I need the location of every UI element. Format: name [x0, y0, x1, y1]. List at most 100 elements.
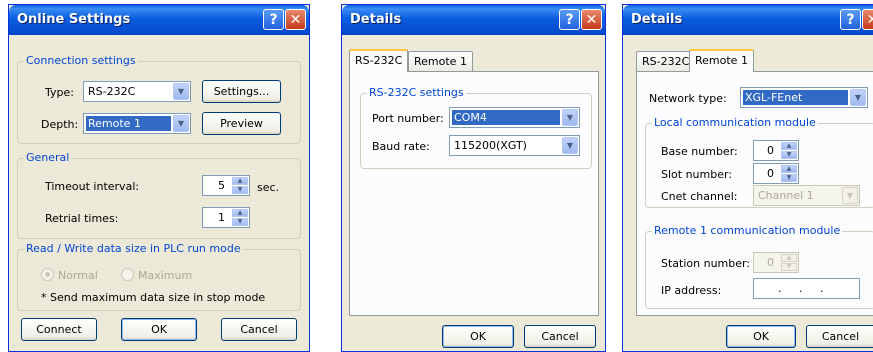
- group-legend: Remote 1 communication module: [652, 224, 843, 237]
- timeout-stepper[interactable]: 5 ▲ ▼: [202, 175, 250, 196]
- type-label: Type:: [45, 86, 74, 99]
- depth-label: Depth:: [41, 118, 79, 131]
- tab-rs232c[interactable]: RS-232C: [349, 49, 409, 72]
- up-icon[interactable]: ▲: [781, 165, 797, 173]
- tab-remote-1[interactable]: Remote 1: [408, 51, 473, 71]
- spin-arrows[interactable]: ▲ ▼: [781, 165, 797, 182]
- spin-arrows[interactable]: ▲ ▼: [232, 209, 248, 226]
- help-icon[interactable]: ?: [559, 9, 580, 30]
- tab-remote-1[interactable]: Remote 1: [689, 49, 754, 72]
- timeout-label: Timeout interval:: [45, 180, 140, 193]
- help-icon[interactable]: ?: [840, 9, 861, 30]
- base-number-label: Base number:: [661, 145, 738, 158]
- title-bar[interactable]: Details ? ✕: [342, 5, 605, 35]
- ok-button[interactable]: OK: [442, 325, 514, 348]
- down-icon[interactable]: ▼: [781, 263, 797, 271]
- chevron-down-icon[interactable]: ▼: [850, 89, 866, 106]
- close-icon[interactable]: ✕: [862, 9, 873, 30]
- title-bar[interactable]: Online Settings ? ✕: [9, 5, 309, 35]
- retrial-value: 1: [218, 211, 225, 224]
- port-label: Port number:: [372, 112, 444, 125]
- retrial-label: Retrial times:: [45, 212, 119, 225]
- chevron-down-icon[interactable]: ▼: [173, 83, 189, 100]
- timeout-value: 5: [218, 179, 225, 192]
- baud-value: 115200(XGT): [454, 139, 527, 152]
- chevron-down-icon[interactable]: ▼: [562, 137, 578, 154]
- station-number-label: Station number:: [661, 257, 751, 270]
- group-legend: Local communication module: [652, 116, 818, 129]
- network-type-select[interactable]: XGL-FEnet ▼: [740, 87, 868, 108]
- down-icon[interactable]: ▼: [232, 186, 248, 194]
- tab-rs232c[interactable]: RS-232C: [636, 51, 696, 71]
- radio-label: Normal: [58, 269, 98, 282]
- cancel-button[interactable]: Cancel: [221, 318, 297, 341]
- ok-button[interactable]: OK: [121, 318, 197, 341]
- help-icon[interactable]: ?: [263, 9, 284, 30]
- cnet-channel-value: Channel 1: [758, 189, 814, 202]
- slot-number-label: Slot number:: [661, 168, 733, 181]
- group-legend: Connection settings: [24, 54, 138, 67]
- group-legend: RS-232C settings: [367, 86, 466, 99]
- title-bar[interactable]: Details ? ✕: [623, 5, 873, 35]
- depth-select[interactable]: Remote 1 ▼: [83, 113, 191, 134]
- radio-icon: [121, 268, 134, 281]
- slot-number-stepper[interactable]: 0 ▲ ▼: [753, 163, 799, 184]
- retrial-stepper[interactable]: 1 ▲ ▼: [202, 207, 250, 228]
- radio-label: Maximum: [138, 269, 193, 282]
- network-type-value: XGL-FEnet: [743, 90, 848, 105]
- connect-button[interactable]: Connect: [21, 318, 97, 341]
- cnet-channel-select[interactable]: Channel 1 ▼: [753, 185, 860, 206]
- ok-button[interactable]: OK: [726, 325, 796, 348]
- up-icon[interactable]: ▲: [781, 142, 797, 150]
- radio-icon: [41, 268, 54, 281]
- settings-button[interactable]: Settings...: [202, 80, 281, 103]
- type-value: RS-232C: [88, 85, 136, 98]
- rs232c-settings-group: RS-232C settings: [360, 86, 592, 169]
- cnet-channel-label: Cnet channel:: [661, 190, 738, 203]
- chevron-down-icon[interactable]: ▼: [173, 115, 189, 132]
- close-icon[interactable]: ✕: [581, 9, 602, 30]
- maximum-radio[interactable]: Maximum: [121, 268, 192, 282]
- station-number-value: 0: [767, 256, 774, 269]
- general-group: General: [17, 151, 301, 239]
- spin-arrows[interactable]: ▲ ▼: [232, 177, 248, 194]
- group-legend: General: [24, 151, 72, 164]
- base-number-stepper[interactable]: 0 ▲ ▼: [753, 140, 799, 161]
- slot-number-value: 0: [767, 167, 774, 180]
- details-dialog-rs232c: Details ? ✕ RS-232C Remote 1 RS-232C set…: [341, 4, 606, 352]
- type-select[interactable]: RS-232C ▼: [83, 81, 191, 102]
- station-number-stepper[interactable]: 0 ▲ ▼: [753, 252, 799, 273]
- depth-value: Remote 1: [86, 116, 171, 131]
- down-icon[interactable]: ▼: [232, 218, 248, 226]
- ip-address-value: . . .: [778, 282, 824, 295]
- port-value: COM4: [452, 110, 560, 125]
- port-select[interactable]: COM4 ▼: [449, 107, 580, 128]
- base-number-value: 0: [767, 144, 774, 157]
- chevron-down-icon[interactable]: ▼: [562, 109, 578, 126]
- spin-arrows[interactable]: ▲ ▼: [781, 254, 797, 271]
- timeout-unit: sec.: [257, 181, 280, 194]
- normal-radio[interactable]: Normal: [41, 268, 98, 282]
- dialog-title: Details: [631, 12, 683, 27]
- baud-label: Baud rate:: [372, 140, 430, 153]
- ip-address-field[interactable]: . . .: [753, 278, 860, 299]
- close-icon[interactable]: ✕: [285, 9, 306, 30]
- dialog-title: Online Settings: [17, 12, 131, 27]
- dialog-title: Details: [350, 12, 402, 27]
- up-icon[interactable]: ▲: [781, 254, 797, 262]
- baud-select[interactable]: 115200(XGT) ▼: [449, 135, 580, 156]
- stop-mode-note: * Send maximum data size in stop mode: [41, 291, 266, 304]
- up-icon[interactable]: ▲: [232, 177, 248, 185]
- group-legend: Read / Write data size in PLC run mode: [24, 242, 243, 255]
- details-dialog-remote1: Details ? ✕ RS-232C Remote 1 Network typ…: [622, 4, 873, 352]
- online-settings-dialog: Online Settings ? ✕ Connection settings …: [8, 4, 310, 352]
- chevron-down-icon[interactable]: ▼: [842, 187, 858, 204]
- network-type-label: Network type:: [649, 92, 727, 105]
- cancel-button[interactable]: Cancel: [806, 325, 873, 348]
- up-icon[interactable]: ▲: [232, 209, 248, 217]
- cancel-button[interactable]: Cancel: [524, 325, 596, 348]
- spin-arrows[interactable]: ▲ ▼: [781, 142, 797, 159]
- down-icon[interactable]: ▼: [781, 174, 797, 182]
- down-icon[interactable]: ▼: [781, 151, 797, 159]
- preview-button[interactable]: Preview: [202, 112, 281, 135]
